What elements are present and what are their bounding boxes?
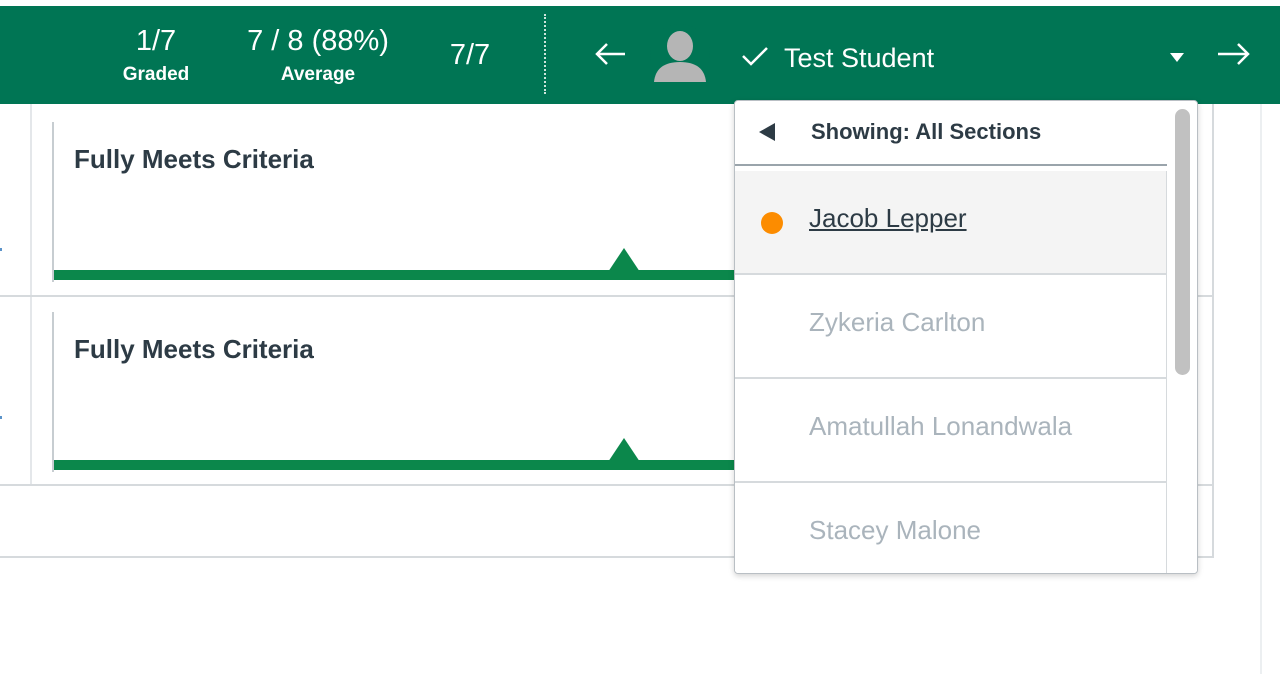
graded-label: Graded: [122, 64, 190, 85]
arrow-right-icon[interactable]: [1214, 34, 1254, 74]
rubric-rating-card[interactable]: Fully Meets Criteria: [52, 312, 754, 472]
student-option[interactable]: Amatullah Lonandwala: [735, 379, 1167, 483]
rating-selected-bar: [54, 460, 744, 470]
graded-value: 1/7: [135, 25, 177, 57]
row-edge-mark: [0, 416, 2, 419]
user-avatar-icon: [650, 24, 710, 84]
student-list: Jacob Lepper Zykeria Carlton Amatullah L…: [735, 171, 1167, 573]
section-filter[interactable]: Showing: All Sections: [735, 101, 1168, 166]
page-edge-divider: [1260, 104, 1262, 674]
rating-title: Fully Meets Criteria: [74, 144, 314, 174]
rating-selected-marker: [608, 438, 640, 462]
rating-title: Fully Meets Criteria: [74, 334, 314, 364]
student-option-name[interactable]: Stacey Malone: [809, 515, 981, 546]
speedgrader-header: 1/7 Graded 7 / 8 (88%) Average 7/7 Test …: [0, 6, 1280, 104]
average-label: Average: [280, 64, 356, 85]
checkmark-icon: [740, 44, 770, 68]
average-value: 7 / 8 (88%): [247, 25, 389, 57]
rubric-rating-card[interactable]: Fully Meets Criteria: [52, 122, 754, 282]
student-option-name[interactable]: Amatullah Lonandwala: [809, 411, 1072, 442]
student-option[interactable]: Zykeria Carlton: [735, 275, 1167, 379]
student-picker-dropdown[interactable]: Showing: All Sections Jacob Lepper Zyker…: [734, 100, 1198, 574]
student-option[interactable]: Stacey Malone: [735, 483, 1167, 573]
dropdown-scrollbar-thumb[interactable]: [1175, 109, 1190, 375]
student-option-name[interactable]: Jacob Lepper: [809, 203, 967, 234]
total-value: 7/7: [449, 39, 491, 71]
total-stat: 7/7: [430, 38, 510, 72]
section-filter-label: Showing: All Sections: [811, 119, 1042, 144]
rubric-column-divider: [30, 104, 32, 484]
status-dot-icon: [761, 212, 783, 234]
selected-student-name[interactable]: Test Student: [784, 42, 934, 74]
average-stat: 7 / 8 (88%) Average: [230, 24, 406, 86]
student-option-name[interactable]: Zykeria Carlton: [809, 307, 985, 338]
student-option[interactable]: Jacob Lepper: [735, 171, 1167, 275]
graded-stat: 1/7 Graded: [106, 24, 206, 86]
row-edge-mark: [0, 248, 2, 251]
arrow-left-icon[interactable]: [591, 34, 631, 74]
caret-left-icon[interactable]: [759, 123, 775, 141]
rating-selected-bar: [54, 270, 744, 280]
rating-selected-marker: [608, 248, 640, 272]
header-divider: [544, 14, 546, 94]
caret-down-icon[interactable]: [1170, 53, 1184, 62]
